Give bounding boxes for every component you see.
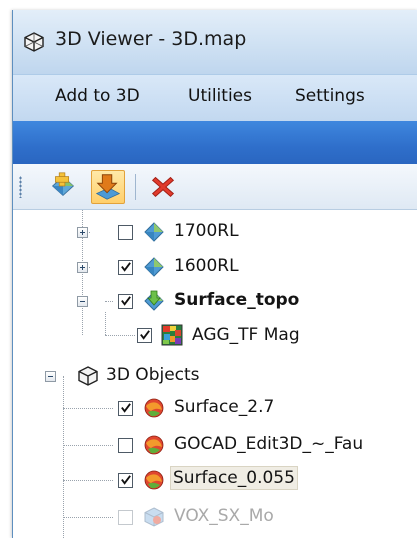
collapse-toggle[interactable] xyxy=(45,371,56,382)
tree-item-label: Surface_2.7 xyxy=(174,397,275,417)
surface-object-icon xyxy=(144,435,164,455)
toolbar-separator xyxy=(135,174,136,200)
tree-item-surface-topo[interactable]: Surface_topo xyxy=(13,285,413,317)
menu-add-to-3d[interactable]: Add to 3D xyxy=(55,86,140,106)
visibility-checkbox[interactable] xyxy=(118,225,133,240)
wireframe-cube-icon xyxy=(78,366,98,386)
visibility-checkbox[interactable] xyxy=(118,510,133,525)
tree-item-label: 1700RL xyxy=(174,221,239,241)
menu-settings[interactable]: Settings xyxy=(295,86,365,106)
accent-bar xyxy=(13,121,417,164)
visibility-checkbox[interactable] xyxy=(118,473,133,488)
visibility-checkbox[interactable] xyxy=(118,401,133,416)
tree-item-1600rl[interactable]: 1600RL xyxy=(13,251,413,283)
visibility-checkbox[interactable] xyxy=(118,438,133,453)
expand-toggle[interactable] xyxy=(77,262,88,273)
surface-object-icon xyxy=(144,398,164,418)
tree-item-gocad-edit3d[interactable]: GOCAD_Edit3D_~_Fau xyxy=(13,429,413,461)
voxel-icon xyxy=(144,507,164,527)
red-x-icon xyxy=(151,176,175,197)
tree-item-agg-tf-mag[interactable]: AGG_TF Mag xyxy=(13,320,413,352)
tree-item-label: GOCAD_Edit3D_~_Fau xyxy=(174,434,364,454)
menu-bar: Add to 3D Utilities Settings xyxy=(13,74,417,121)
import-arrow-icon xyxy=(95,174,121,200)
surface-object-icon xyxy=(144,470,164,490)
layer-tree: 1700RL 1600RL Surface_topo AGG_TF Mag 3D… xyxy=(13,210,417,538)
menu-utilities[interactable]: Utilities xyxy=(188,86,252,106)
tree-item-label: 3D Objects xyxy=(106,365,200,385)
toolbar-grip[interactable] xyxy=(19,176,22,198)
visibility-checkbox[interactable] xyxy=(118,260,133,275)
grid-raster-icon xyxy=(161,324,183,346)
tree-item-label: Surface_0.055 xyxy=(170,466,298,490)
title-bar[interactable]: 3D Viewer - 3D.map xyxy=(13,10,417,74)
tree-item-label: VOX_SX_Mo xyxy=(174,506,274,526)
remove-button[interactable] xyxy=(147,170,181,204)
surface-diamond-icon xyxy=(144,222,164,242)
expand-toggle[interactable] xyxy=(77,227,88,238)
toolbar xyxy=(13,164,417,210)
viewer-window: 3D Viewer - 3D.map Add to 3D Utilities S… xyxy=(12,10,417,538)
window-title: 3D Viewer - 3D.map xyxy=(55,28,247,50)
tree-item-label: 1600RL xyxy=(174,256,239,276)
tree-item-label: Surface_topo xyxy=(174,290,300,310)
visibility-checkbox[interactable] xyxy=(137,328,152,343)
add-layer-button[interactable] xyxy=(47,170,81,204)
surface-diamond-arrow-icon xyxy=(144,290,164,311)
collapse-toggle[interactable] xyxy=(77,296,88,307)
import-button[interactable] xyxy=(91,170,125,204)
tree-item-3d-objects[interactable]: 3D Objects xyxy=(13,360,413,392)
tree-item-1700rl[interactable]: 1700RL xyxy=(13,216,413,248)
tree-item-label: AGG_TF Mag xyxy=(192,325,300,345)
visibility-checkbox[interactable] xyxy=(118,294,133,309)
surface-diamond-icon xyxy=(144,257,164,277)
add-layer-icon xyxy=(51,172,75,197)
tree-item-vox-sx-mo[interactable]: VOX_SX_Mo xyxy=(13,501,413,533)
wireframe-cube-icon xyxy=(24,32,44,52)
tree-item-surface-0-055[interactable]: Surface_0.055 xyxy=(13,464,413,496)
tree-item-surface-2-7[interactable]: Surface_2.7 xyxy=(13,392,413,424)
